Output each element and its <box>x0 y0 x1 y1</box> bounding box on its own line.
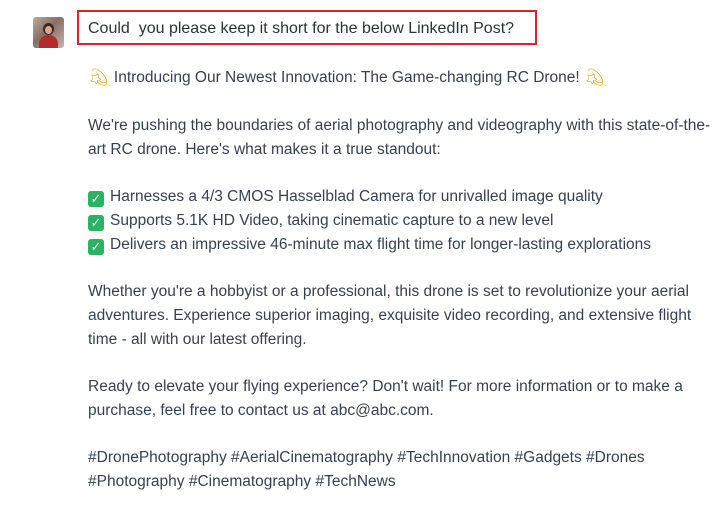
sparkle-icon: 💫︎ <box>584 68 606 87</box>
check-mark-icon: ✓ <box>88 215 104 231</box>
feature-item: ✓ Supports 5.1K HD Video, taking cinemati… <box>88 209 553 233</box>
check-mark-icon: ✓ <box>88 239 104 255</box>
avatar-face <box>45 26 52 34</box>
feature-text: Harnesses a 4/3 CMOS Hasselblad Camera f… <box>110 188 603 205</box>
intro-line-1: We're pushing the boundaries of aerial p… <box>88 117 711 134</box>
intro-line-2: art RC drone. Here's what makes it a tru… <box>88 141 441 158</box>
feature-text: Supports 5.1K HD Video, taking cinematic… <box>110 212 554 229</box>
hashtags-line-1: #DronePhotography #AerialCinematography … <box>88 449 645 466</box>
sparkle-icon: 💫︎ <box>88 68 110 87</box>
cta-line-2: purchase, feel free to contact us at abc… <box>88 402 434 419</box>
user-avatar <box>33 17 64 48</box>
cta-line-1: Ready to elevate your flying experience?… <box>88 378 683 395</box>
body-line-3: time - all with our latest offering. <box>88 331 307 348</box>
user-prompt: Could you please keep it short for the b… <box>88 20 515 37</box>
chat-thread: Could you please keep it short for the b… <box>0 0 720 511</box>
feature-item: ✓ Delivers an impressive 46-minute max fl… <box>88 233 651 257</box>
headline-line: 💫︎ Introducing Our Newest Innovation: Th… <box>88 66 606 90</box>
headline-text: Introducing Our Newest Innovation: The G… <box>113 69 580 86</box>
body-line-1: Whether you're a hobbyist or a professio… <box>88 283 689 300</box>
feature-text: Delivers an impressive 46-minute max fli… <box>110 236 652 253</box>
body-line-2: adventures. Experience superior imaging,… <box>88 307 692 324</box>
check-mark-icon: ✓ <box>88 191 104 207</box>
avatar-body <box>39 35 58 48</box>
feature-item: ✓ Harnesses a 4/3 CMOS Hasselblad Camera … <box>88 185 603 209</box>
hashtags-line-2: #Photography #Cinematography #TechNews <box>88 473 396 490</box>
